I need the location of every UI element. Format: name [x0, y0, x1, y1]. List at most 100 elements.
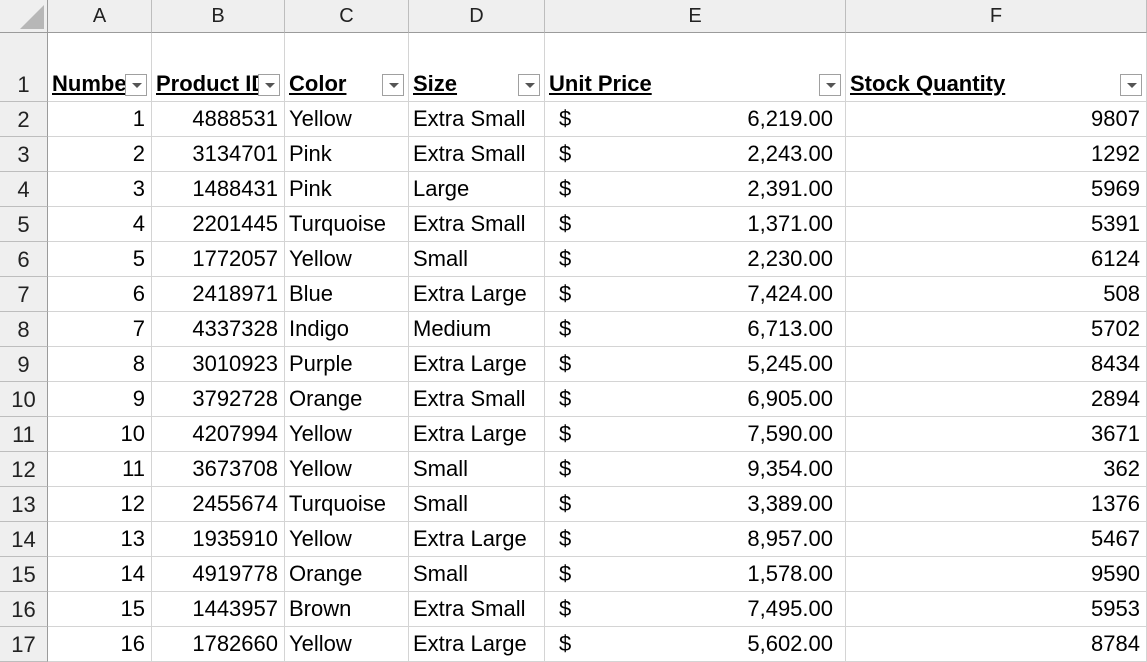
- row-header-14[interactable]: 14: [0, 522, 48, 557]
- select-all-corner[interactable]: [0, 0, 48, 33]
- row-header-15[interactable]: 15: [0, 557, 48, 592]
- cell-number[interactable]: 14: [48, 557, 152, 592]
- cell-unit_price[interactable]: $1,578.00: [545, 557, 846, 592]
- cell-size[interactable]: Small: [409, 557, 545, 592]
- cell-color[interactable]: Orange: [285, 557, 409, 592]
- cell-color[interactable]: Yellow: [285, 452, 409, 487]
- cell-unit_price[interactable]: $5,602.00: [545, 627, 846, 662]
- cell-product_id[interactable]: 4888531: [152, 102, 285, 137]
- row-header-2[interactable]: 2: [0, 102, 48, 137]
- cell-unit_price[interactable]: $9,354.00: [545, 452, 846, 487]
- column-header-c[interactable]: C: [285, 0, 409, 33]
- cell-unit_price[interactable]: $2,391.00: [545, 172, 846, 207]
- cell-number[interactable]: 15: [48, 592, 152, 627]
- cell-size[interactable]: Large: [409, 172, 545, 207]
- cell-size[interactable]: Extra Small: [409, 592, 545, 627]
- cell-stock[interactable]: 9590: [846, 557, 1147, 592]
- cell-product_id[interactable]: 4207994: [152, 417, 285, 452]
- cell-color[interactable]: Yellow: [285, 242, 409, 277]
- cell-stock[interactable]: 1376: [846, 487, 1147, 522]
- cell-number[interactable]: 10: [48, 417, 152, 452]
- cell-stock[interactable]: 6124: [846, 242, 1147, 277]
- cell-unit_price[interactable]: $2,230.00: [545, 242, 846, 277]
- filter-dropdown-button-e[interactable]: [819, 74, 841, 96]
- filter-dropdown-button-c[interactable]: [382, 74, 404, 96]
- row-header-13[interactable]: 13: [0, 487, 48, 522]
- cell-size[interactable]: Extra Large: [409, 347, 545, 382]
- cell-color[interactable]: Orange: [285, 382, 409, 417]
- cell-size[interactable]: Extra Small: [409, 382, 545, 417]
- cell-number[interactable]: 4: [48, 207, 152, 242]
- filter-dropdown-button-a[interactable]: [125, 74, 147, 96]
- cell-color[interactable]: Turquoise: [285, 207, 409, 242]
- cell-stock[interactable]: 5467: [846, 522, 1147, 557]
- cell-stock[interactable]: 9807: [846, 102, 1147, 137]
- column-header-a[interactable]: A: [48, 0, 152, 33]
- header-cell-c[interactable]: Color: [285, 33, 409, 102]
- row-header-11[interactable]: 11: [0, 417, 48, 452]
- cell-size[interactable]: Extra Large: [409, 522, 545, 557]
- cell-size[interactable]: Extra Large: [409, 627, 545, 662]
- cell-product_id[interactable]: 1782660: [152, 627, 285, 662]
- cell-stock[interactable]: 8784: [846, 627, 1147, 662]
- cell-stock[interactable]: 1292: [846, 137, 1147, 172]
- cell-color[interactable]: Brown: [285, 592, 409, 627]
- cell-stock[interactable]: 5702: [846, 312, 1147, 347]
- cell-number[interactable]: 9: [48, 382, 152, 417]
- header-cell-d[interactable]: Size: [409, 33, 545, 102]
- cell-color[interactable]: Yellow: [285, 627, 409, 662]
- cell-product_id[interactable]: 1443957: [152, 592, 285, 627]
- cell-number[interactable]: 1: [48, 102, 152, 137]
- cell-number[interactable]: 7: [48, 312, 152, 347]
- cell-unit_price[interactable]: $7,424.00: [545, 277, 846, 312]
- header-cell-a[interactable]: Numbe: [48, 33, 152, 102]
- cell-size[interactable]: Medium: [409, 312, 545, 347]
- cell-product_id[interactable]: 1772057: [152, 242, 285, 277]
- cell-stock[interactable]: 362: [846, 452, 1147, 487]
- row-header-5[interactable]: 5: [0, 207, 48, 242]
- row-header-17[interactable]: 17: [0, 627, 48, 662]
- cell-stock[interactable]: 5969: [846, 172, 1147, 207]
- cell-number[interactable]: 16: [48, 627, 152, 662]
- cell-stock[interactable]: 5391: [846, 207, 1147, 242]
- cell-color[interactable]: Yellow: [285, 102, 409, 137]
- cell-color[interactable]: Yellow: [285, 417, 409, 452]
- cell-number[interactable]: 3: [48, 172, 152, 207]
- cell-unit_price[interactable]: $5,245.00: [545, 347, 846, 382]
- row-header-16[interactable]: 16: [0, 592, 48, 627]
- cell-size[interactable]: Extra Large: [409, 277, 545, 312]
- cell-color[interactable]: Pink: [285, 172, 409, 207]
- cell-product_id[interactable]: 4919778: [152, 557, 285, 592]
- row-header-7[interactable]: 7: [0, 277, 48, 312]
- row-header-4[interactable]: 4: [0, 172, 48, 207]
- cell-product_id[interactable]: 1935910: [152, 522, 285, 557]
- cell-unit_price[interactable]: $2,243.00: [545, 137, 846, 172]
- filter-dropdown-button-f[interactable]: [1120, 74, 1142, 96]
- cell-stock[interactable]: 8434: [846, 347, 1147, 382]
- cell-product_id[interactable]: 2418971: [152, 277, 285, 312]
- cell-product_id[interactable]: 3673708: [152, 452, 285, 487]
- row-header-10[interactable]: 10: [0, 382, 48, 417]
- row-header-8[interactable]: 8: [0, 312, 48, 347]
- cell-unit_price[interactable]: $8,957.00: [545, 522, 846, 557]
- cell-color[interactable]: Pink: [285, 137, 409, 172]
- cell-unit_price[interactable]: $3,389.00: [545, 487, 846, 522]
- cell-unit_price[interactable]: $7,495.00: [545, 592, 846, 627]
- cell-stock[interactable]: 5953: [846, 592, 1147, 627]
- cell-unit_price[interactable]: $1,371.00: [545, 207, 846, 242]
- row-header-6[interactable]: 6: [0, 242, 48, 277]
- cell-product_id[interactable]: 3134701: [152, 137, 285, 172]
- cell-unit_price[interactable]: $6,713.00: [545, 312, 846, 347]
- row-header-1[interactable]: 1: [0, 33, 48, 102]
- header-cell-b[interactable]: Product ID: [152, 33, 285, 102]
- cell-size[interactable]: Extra Small: [409, 207, 545, 242]
- cell-number[interactable]: 6: [48, 277, 152, 312]
- cell-size[interactable]: Extra Small: [409, 102, 545, 137]
- cell-number[interactable]: 11: [48, 452, 152, 487]
- cell-product_id[interactable]: 3792728: [152, 382, 285, 417]
- column-header-d[interactable]: D: [409, 0, 545, 33]
- cell-color[interactable]: Indigo: [285, 312, 409, 347]
- cell-unit_price[interactable]: $6,219.00: [545, 102, 846, 137]
- cell-size[interactable]: Small: [409, 242, 545, 277]
- cell-stock[interactable]: 3671: [846, 417, 1147, 452]
